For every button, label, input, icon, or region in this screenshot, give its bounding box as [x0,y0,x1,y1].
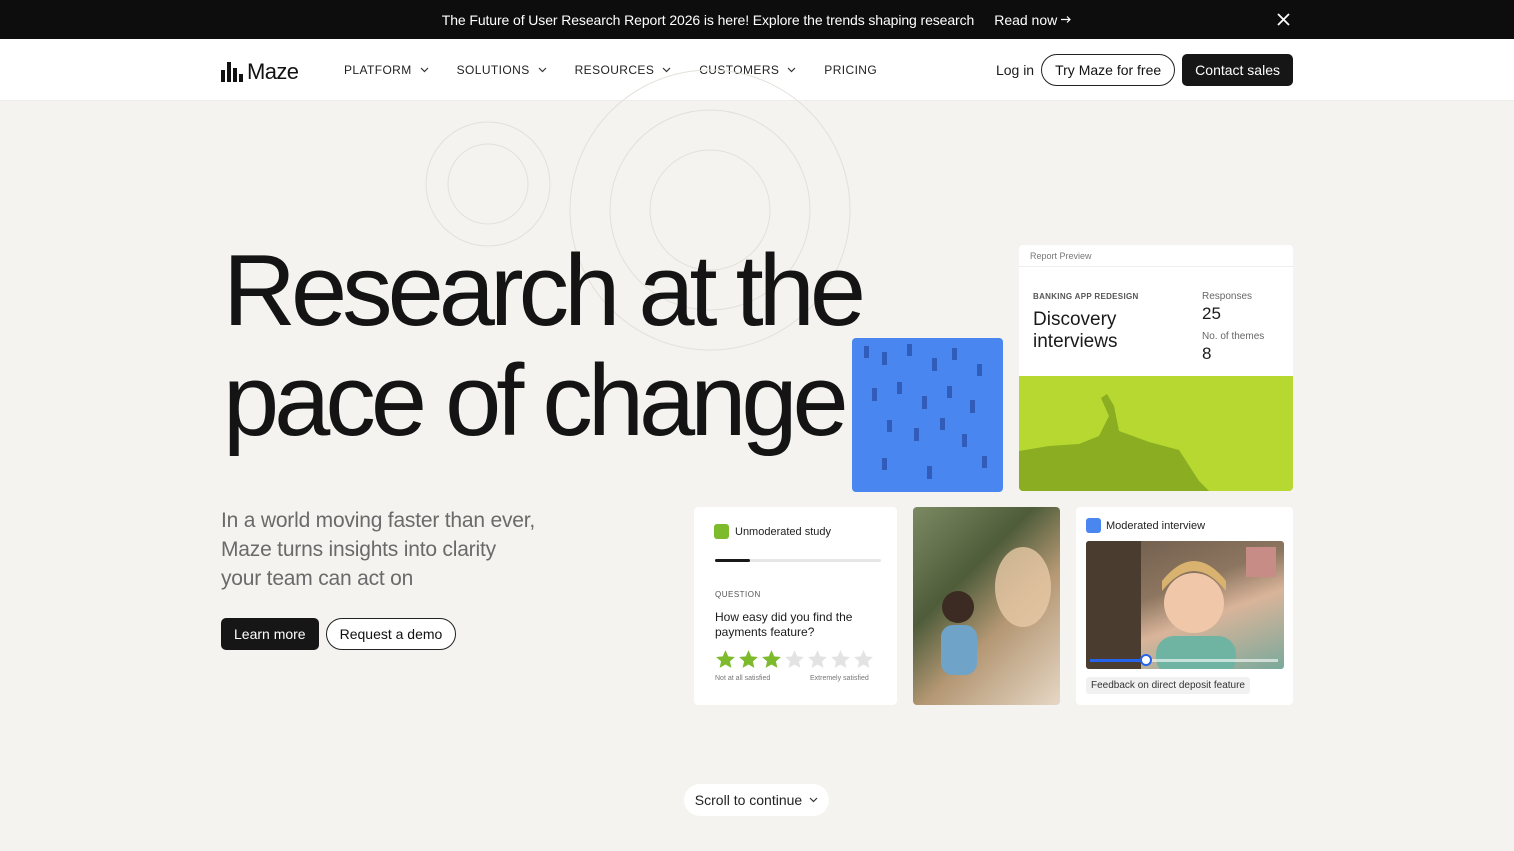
question-label: QUESTION [715,590,761,599]
read-now-link[interactable]: Read now [994,12,1072,28]
report-title: Discovery interviews [1033,309,1163,353]
video-scrubber[interactable] [1090,659,1278,662]
nav-item-platform[interactable]: PLATFORM [344,63,429,77]
nav-actions: Log in Try Maze for free Contact sales [996,54,1293,86]
question-text: How easy did you find the payments featu… [715,610,853,639]
main-nav: Maze PLATFORM SOLUTIONS RESOURCES CUSTOM… [0,39,1514,101]
responses-label: Responses [1202,291,1253,302]
star-icon[interactable] [761,649,782,669]
themes-value: 8 [1202,344,1212,363]
report-title-line-1: Discovery [1033,309,1117,330]
rating-high-label: Extremely satisfied [810,675,869,682]
crowd-image [852,338,1003,492]
contact-sales-button[interactable]: Contact sales [1182,54,1293,86]
video-caption: Feedback on direct deposit feature [1086,677,1250,694]
nav-item-customers[interactable]: CUSTOMERS [699,63,796,77]
video-frame [1086,541,1276,669]
participant-photo [913,507,1060,705]
photo-figure [941,547,1051,675]
scrubber-fill [1090,659,1147,662]
hero-subtitle: In a world moving faster than ever, Maze… [221,506,561,593]
hero-cta-row: Learn more Request a demo [221,618,457,650]
nav-menu: PLATFORM SOLUTIONS RESOURCES CUSTOMERS P… [344,63,877,77]
unmoderated-label: Unmoderated study [735,526,831,538]
learn-more-button[interactable]: Learn more [221,618,319,650]
star-icon[interactable] [853,649,874,669]
star-icon[interactable] [830,649,851,669]
chevron-down-icon [420,67,429,73]
login-link[interactable]: Log in [996,62,1034,78]
read-now-label: Read now [994,11,1058,28]
report-preview-card[interactable]: Report Preview BANKING APP REDESIGN Disc… [1019,245,1293,491]
study-progress-fill [715,559,750,562]
star-icon[interactable] [738,649,759,669]
nav-item-label: CUSTOMERS [699,63,780,77]
interview-video[interactable] [1086,541,1284,669]
study-progress-track [715,559,881,562]
nav-item-label: SOLUTIONS [456,63,530,77]
nav-item-label: PLATFORM [344,63,412,77]
crowd-figures [864,344,987,479]
maze-logo-icon [221,62,243,82]
report-title-line-2: interviews [1033,331,1118,352]
chevron-down-icon [662,67,671,73]
chevron-down-icon [787,67,796,73]
chevron-down-icon [809,797,818,803]
try-free-button[interactable]: Try Maze for free [1041,54,1176,86]
maze-logo[interactable]: Maze [221,59,299,85]
scroll-label: Scroll to continue [694,792,803,808]
report-header: Report Preview [1019,245,1293,267]
report-image [1019,376,1293,491]
nav-item-pricing[interactable]: PRICING [824,63,877,77]
arrow-right-icon [1061,16,1072,23]
announcement-bar: The Future of User Research Report 2026 … [0,0,1514,39]
chevron-down-icon [538,67,547,73]
headline-line-1: Research at the [223,235,866,347]
scroll-to-continue-button[interactable]: Scroll to continue [684,784,829,816]
unmoderated-study-card[interactable]: Unmoderated study QUESTION How easy did … [694,507,897,705]
rating-low-label: Not at all satisfied [715,675,771,682]
landscape-silhouette [1019,394,1209,491]
study-icon [714,524,729,539]
report-tag: BANKING APP REDESIGN [1033,292,1139,301]
nav-item-solutions[interactable]: SOLUTIONS [457,63,547,77]
interview-icon [1086,518,1101,533]
responses-value: 25 [1202,304,1221,323]
subtitle-line-1: In a world moving faster than ever, [221,509,535,532]
request-demo-button[interactable]: Request a demo [325,618,457,650]
subtitle-line-3: your team can act on [221,567,414,590]
themes-label: No. of themes [1202,331,1265,342]
nav-item-label: RESOURCES [574,63,655,77]
announcement-message: The Future of User Research Report 2026 … [441,11,975,28]
moderated-interview-card[interactable]: Moderated interview Feedback on direct d… [1076,507,1293,705]
nav-item-resources[interactable]: RESOURCES [575,63,672,77]
nav-item-label: PRICING [824,63,878,77]
star-icon[interactable] [807,649,828,669]
close-icon[interactable] [1275,11,1292,28]
logo-text: Maze [247,59,299,84]
star-icon[interactable] [715,649,736,669]
headline-line-2: pace of change [223,345,849,457]
moderated-label: Moderated interview [1106,520,1206,532]
hero-headline: Research at the pace of change [223,235,866,457]
star-icon[interactable] [784,649,805,669]
star-rating[interactable] [715,649,874,669]
subtitle-line-2: Maze turns insights into clarity [221,538,496,561]
